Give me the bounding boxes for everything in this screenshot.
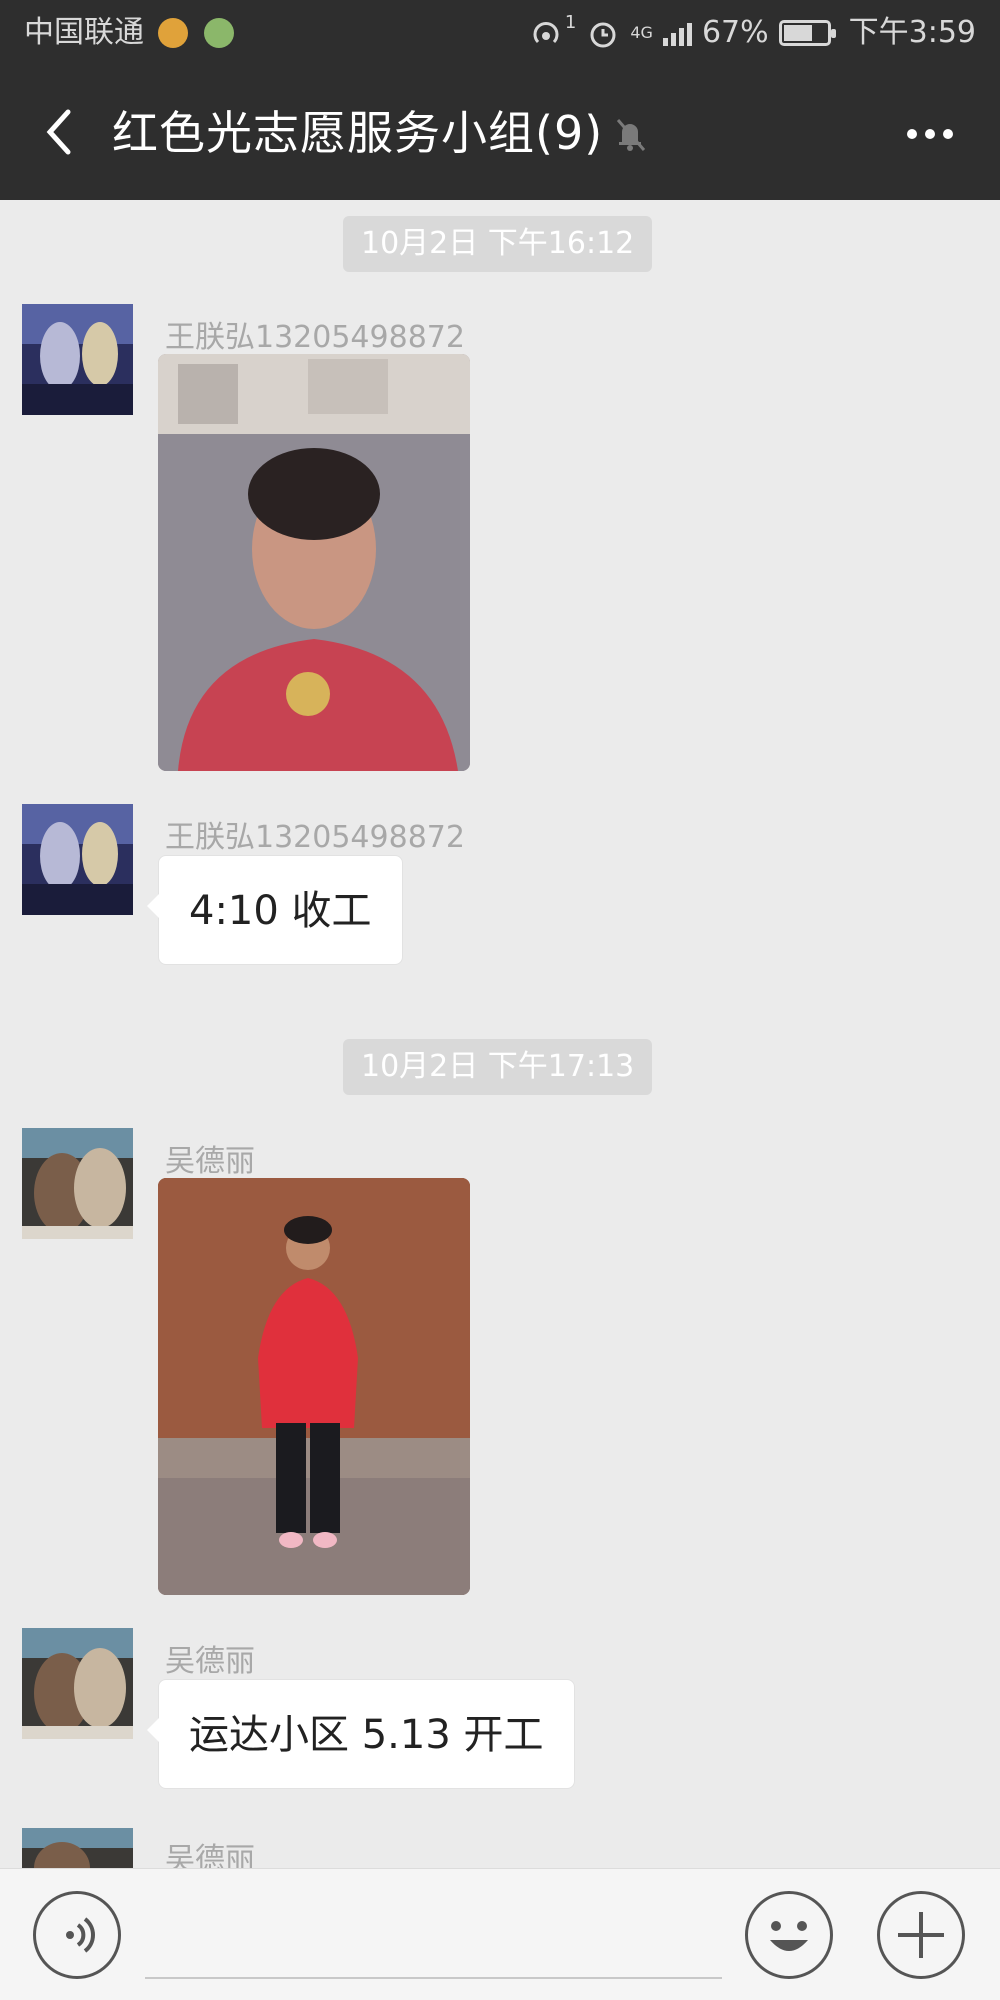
photo-message[interactable] bbox=[158, 354, 470, 771]
clock: 下午3:59 bbox=[848, 15, 976, 50]
signal-icon bbox=[662, 20, 692, 46]
avatar[interactable] bbox=[22, 1628, 133, 1739]
hotspot-icon bbox=[533, 22, 559, 44]
status-bar: 中国联通 1 4G 67% 下午3:59 bbox=[0, 0, 1000, 66]
timestamp-label: 10月2日 下午17:13 bbox=[343, 1039, 653, 1095]
bell-off-icon bbox=[616, 119, 646, 151]
text-message-bubble[interactable]: 4:10 收工 bbox=[147, 855, 403, 965]
sender-name: 吴德丽 bbox=[165, 1644, 255, 1679]
chat-header: 红色光志愿服务小组(9) bbox=[0, 66, 1000, 200]
battery-icon bbox=[778, 20, 836, 46]
carrier-label: 中国联通 bbox=[24, 15, 144, 50]
avatar[interactable] bbox=[22, 304, 133, 415]
alarm-icon bbox=[590, 22, 616, 48]
sender-name: 王朕弘13205498872 bbox=[165, 820, 465, 855]
avatar[interactable] bbox=[22, 804, 133, 915]
emoji-icon[interactable] bbox=[745, 1891, 833, 1979]
app-notification-icon bbox=[204, 18, 234, 48]
timestamp-label: 10月2日 下午16:12 bbox=[343, 216, 653, 272]
photo-message[interactable] bbox=[158, 1178, 470, 1595]
chevron-left-icon[interactable] bbox=[30, 102, 90, 162]
avatar[interactable] bbox=[22, 1128, 133, 1239]
avatar[interactable] bbox=[22, 1828, 133, 1868]
more-icon[interactable] bbox=[900, 114, 960, 154]
text-message-bubble[interactable]: 运达小区 5.13 开工 bbox=[147, 1679, 575, 1789]
chat-title: 红色光志愿服务小组(9) bbox=[112, 106, 604, 160]
hotspot-count: 1 bbox=[564, 12, 577, 33]
mail-notification-icon bbox=[158, 18, 188, 48]
voice-icon[interactable] bbox=[33, 1891, 121, 1979]
plus-icon[interactable] bbox=[877, 1891, 965, 1979]
status-right: 1 4G 67% 下午3:59 bbox=[529, 0, 976, 66]
sender-name: 王朕弘13205498872 bbox=[165, 320, 465, 355]
sender-name: 吴德丽 bbox=[165, 1144, 255, 1179]
input-bar bbox=[0, 1868, 1000, 2000]
battery-percent: 67% bbox=[701, 15, 769, 50]
message-input[interactable] bbox=[145, 1977, 722, 1979]
network-type: 4G bbox=[630, 23, 653, 42]
